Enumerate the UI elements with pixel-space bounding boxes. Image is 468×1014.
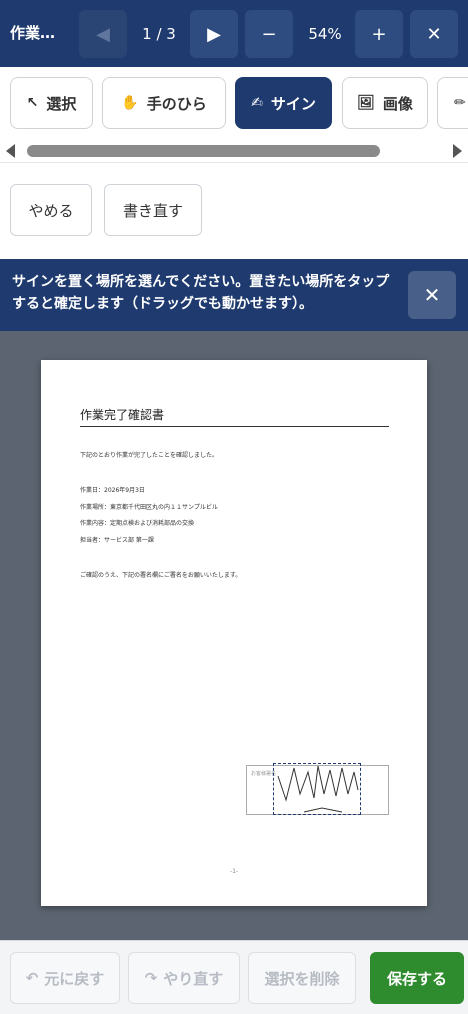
tool-scrollbar[interactable] (0, 139, 468, 163)
document-location: 作業場所：東京都千代田区丸の内１１サンプルビル (80, 504, 218, 511)
save-label: 保存する (386, 969, 447, 988)
rewrite-sign-button[interactable]: 書き直す (104, 184, 202, 236)
close-icon: ✕ (423, 283, 441, 307)
next-page-button[interactable]: ▶ (190, 10, 238, 58)
redo-button[interactable]: ↷ やり直す (128, 952, 240, 1004)
tool-row: ↖ 選択 ✋ 手のひら ✍ サイン 🖼 画像 ✏ (0, 67, 468, 139)
pointer-icon: ↖ (26, 95, 39, 111)
tool-sign[interactable]: ✍ サイン (235, 77, 332, 129)
heading-divider (80, 426, 389, 427)
tool-select-label: 選択 (46, 94, 77, 113)
pencil-icon: ✏ (454, 95, 466, 111)
top-bar: 作業… ◀ 1 / 3 ▶ − 54% + ✕ (0, 0, 468, 67)
document-person: 担当者：サービス部 第一課 (80, 537, 154, 544)
signature-icon: ✍ (251, 95, 263, 111)
plus-icon: + (371, 23, 387, 45)
cancel-sign-button[interactable]: やめる (10, 184, 92, 236)
document-request: ご確認のうえ、下記の署名欄にご署名をお願いいたします。 (80, 572, 242, 579)
zoom-level: 54% (308, 25, 342, 43)
image-icon: 🖼 (357, 95, 375, 111)
banner-text: サインを置く場所を選んでください。置きたい場所をタップすると確定します（ドラッグ… (12, 274, 390, 312)
close-button[interactable]: ✕ (410, 10, 458, 58)
tool-image-label: 画像 (382, 94, 413, 113)
document-intro: 下記のとおり作業が完了したことを確認しました。 (80, 452, 219, 459)
document-content: 作業内容：定期点検および消耗部品の交換 (80, 520, 195, 527)
document-page[interactable]: 作業完了確認書 下記のとおり作業が完了したことを確認しました。 作業日：2026… (41, 360, 427, 906)
prev-page-button[interactable]: ◀ (79, 10, 127, 58)
signature-placement[interactable] (273, 763, 361, 815)
page-indicator: 1 / 3 (142, 25, 176, 43)
tool-hand-label: 手のひら (146, 94, 207, 113)
chevron-right-icon: ▶ (207, 23, 221, 45)
tool-select[interactable]: ↖ 選択 (10, 77, 93, 129)
tool-sign-label: サイン (270, 94, 316, 113)
delete-selection-button[interactable]: 選択を削除 (248, 952, 356, 1004)
undo-label: 元に戻す (44, 969, 105, 988)
page-number: -1- (229, 868, 239, 875)
tool-hand[interactable]: ✋ 手のひら (102, 77, 226, 129)
tool-pen[interactable]: ✏ (437, 77, 468, 129)
sign-action-row: やめる 書き直す (0, 163, 468, 259)
scroll-left-icon[interactable] (6, 144, 15, 158)
redo-label: やり直す (163, 969, 224, 988)
redo-icon: ↷ (144, 969, 158, 987)
undo-button[interactable]: ↶ 元に戻す (10, 952, 120, 1004)
document-date: 作業日：2026年9月3日 (80, 487, 145, 494)
hand-icon: ✋ (121, 95, 139, 111)
signature-stroke-icon (277, 765, 359, 813)
scroll-right-icon[interactable] (453, 144, 462, 158)
instruction-banner: サインを置く場所を選んでください。置きたい場所をタップすると確定します（ドラッグ… (0, 259, 468, 331)
delete-label: 選択を削除 (264, 969, 340, 988)
document-title: 作業… (10, 24, 56, 42)
undo-icon: ↶ (25, 969, 39, 987)
chevron-left-icon: ◀ (96, 23, 110, 45)
minus-icon: − (261, 23, 277, 45)
zoom-in-button[interactable]: + (355, 10, 403, 58)
bottom-bar: ↶ 元に戻す ↷ やり直す 選択を削除 保存する (0, 940, 468, 1014)
banner-close-button[interactable]: ✕ (408, 271, 456, 319)
scrollbar-thumb[interactable] (27, 145, 380, 157)
document-heading: 作業完了確認書 (80, 408, 165, 422)
close-icon: ✕ (426, 23, 442, 45)
zoom-out-button[interactable]: − (245, 10, 293, 58)
tool-image[interactable]: 🖼 画像 (342, 77, 428, 129)
save-button[interactable]: 保存する (370, 952, 464, 1004)
